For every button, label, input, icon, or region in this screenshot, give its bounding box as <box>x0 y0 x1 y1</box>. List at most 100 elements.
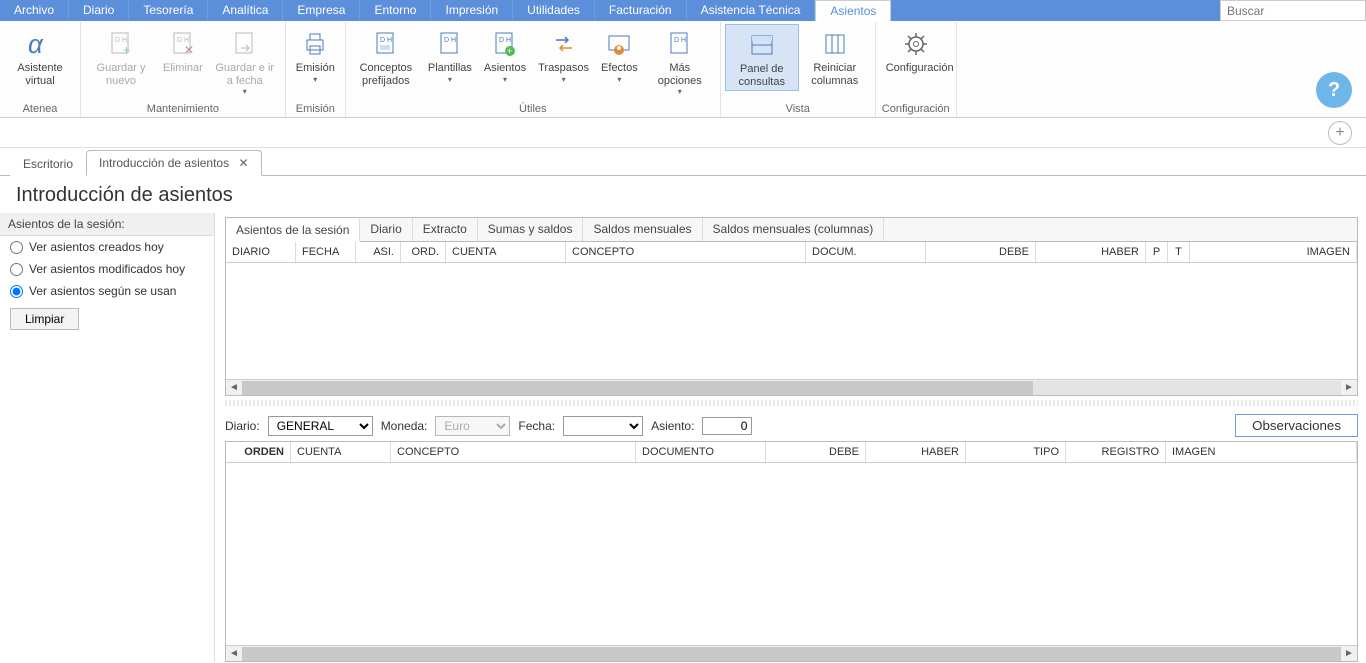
close-icon[interactable]: ✕ <box>238 156 248 170</box>
scroll-left-icon[interactable]: ◄ <box>226 648 242 659</box>
svg-text:D H: D H <box>444 37 456 44</box>
menu-empresa[interactable]: Empresa <box>283 0 360 21</box>
col-concepto[interactable]: CONCEPTO <box>566 242 806 262</box>
document-dh-icon: D H <box>370 28 402 60</box>
radio-modificados-hoy[interactable]: Ver asientos modificados hoy <box>0 258 214 280</box>
diario-select[interactable]: GENERAL <box>268 416 373 436</box>
add-row: + <box>0 118 1366 148</box>
traspasos-button[interactable]: Traspasos ▾ <box>532 24 595 86</box>
asiento-input[interactable] <box>702 417 752 435</box>
ribbon-title-configuracion: Configuración <box>880 101 952 117</box>
limpiar-button[interactable]: Limpiar <box>10 308 79 330</box>
col-imagen[interactable]: IMAGEN <box>1190 242 1357 262</box>
entry-grid-hscroll[interactable]: ◄ ► <box>226 645 1357 661</box>
col-docum[interactable]: DOCUM. <box>806 242 926 262</box>
col-t[interactable]: T <box>1168 242 1190 262</box>
document-x-icon: D H✕ <box>167 28 199 60</box>
add-button[interactable]: + <box>1328 121 1352 145</box>
itab-diario[interactable]: Diario <box>360 218 412 241</box>
col-p[interactable]: P <box>1146 242 1168 262</box>
horizontal-splitter[interactable] <box>225 400 1358 406</box>
col2-cuenta[interactable]: CUENTA <box>291 442 391 462</box>
plantillas-label: Plantillas <box>428 62 472 75</box>
emision-button[interactable]: Emisión ▾ <box>290 24 341 86</box>
menubar-spacer <box>891 0 1220 21</box>
radio-modificados-hoy-input[interactable] <box>10 263 23 276</box>
scroll-thumb[interactable] <box>242 381 1033 395</box>
asistente-virtual-button[interactable]: α Asistente virtual <box>4 24 76 89</box>
radio-segun-usan[interactable]: Ver asientos según se usan <box>0 280 214 302</box>
fecha-select[interactable] <box>563 416 643 436</box>
asientos-button[interactable]: D H+ Asientos ▾ <box>478 24 532 86</box>
entry-grid-body[interactable] <box>226 463 1357 645</box>
col-diario[interactable]: DIARIO <box>226 242 296 262</box>
moneda-label: Moneda: <box>381 419 428 433</box>
menu-archivo[interactable]: Archivo <box>0 0 69 21</box>
tab-introduccion-asientos[interactable]: Introducción de asientos ✕ <box>86 150 262 176</box>
col-fecha[interactable]: FECHA <box>296 242 356 262</box>
tab-escritorio-label: Escritorio <box>23 157 73 171</box>
col-ord[interactable]: ORD. <box>401 242 446 262</box>
radio-creados-hoy[interactable]: Ver asientos creados hoy <box>0 236 214 258</box>
conceptos-prefijados-button[interactable]: D H Conceptos prefijados <box>350 24 422 89</box>
menu-tesoreria[interactable]: Tesorería <box>129 0 208 21</box>
efectos-button[interactable]: Efectos ▾ <box>595 24 644 86</box>
col-asi[interactable]: ASI. <box>356 242 401 262</box>
plantillas-button[interactable]: D H Plantillas ▾ <box>422 24 478 86</box>
asistente-virtual-label: Asistente virtual <box>10 62 70 87</box>
session-grid-hscroll[interactable]: ◄ ► <box>226 379 1357 395</box>
search-box[interactable] <box>1220 0 1366 21</box>
mas-opciones-button[interactable]: D H Más opciones ▾ <box>644 24 716 98</box>
col2-orden[interactable]: ORDEN <box>226 442 291 462</box>
itab-saldos-mensuales-col[interactable]: Saldos mensuales (columnas) <box>703 218 885 241</box>
panel-icon <box>746 29 778 61</box>
menu-asistencia[interactable]: Asistencia Técnica <box>687 0 816 21</box>
panel-de-consultas-button[interactable]: Panel de consultas <box>725 24 799 91</box>
scroll-right-icon[interactable]: ► <box>1341 648 1357 659</box>
menu-asientos[interactable]: Asientos <box>815 0 891 21</box>
dropdown-icon: ▾ <box>448 75 452 84</box>
col-cuenta[interactable]: CUENTA <box>446 242 566 262</box>
menu-facturacion[interactable]: Facturación <box>595 0 687 21</box>
configuracion-button[interactable]: Configuración <box>880 24 952 77</box>
diario-label: Diario: <box>225 419 260 433</box>
svg-text:D H: D H <box>674 37 686 44</box>
menu-utilidades[interactable]: Utilidades <box>513 0 595 21</box>
observaciones-button[interactable]: Observaciones <box>1235 414 1358 437</box>
menu-impresion[interactable]: Impresión <box>431 0 513 21</box>
reiniciar-columnas-button[interactable]: Reiniciar columnas <box>799 24 871 89</box>
search-input[interactable] <box>1221 2 1365 20</box>
col-debe[interactable]: DEBE <box>926 242 1036 262</box>
radio-segun-usan-label: Ver asientos según se usan <box>29 284 176 298</box>
menu-entorno[interactable]: Entorno <box>360 0 431 21</box>
col2-concepto[interactable]: CONCEPTO <box>391 442 636 462</box>
svg-text:+: + <box>507 46 512 56</box>
tab-escritorio[interactable]: Escritorio <box>10 151 86 176</box>
conceptos-prefijados-label: Conceptos prefijados <box>356 62 416 87</box>
ribbon-group-vista: Panel de consultas Reiniciar columnas Vi… <box>721 22 876 117</box>
scroll-track[interactable] <box>242 381 1341 395</box>
col2-haber[interactable]: HABER <box>866 442 966 462</box>
scroll-track[interactable] <box>242 647 1341 661</box>
itab-extracto[interactable]: Extracto <box>413 218 478 241</box>
col2-debe[interactable]: DEBE <box>766 442 866 462</box>
radio-segun-usan-input[interactable] <box>10 285 23 298</box>
menu-diario[interactable]: Diario <box>69 0 129 21</box>
itab-asientos-sesion[interactable]: Asientos de la sesión <box>226 219 360 242</box>
menu-analitica[interactable]: Analítica <box>208 0 283 21</box>
itab-saldos-mensuales[interactable]: Saldos mensuales <box>583 218 702 241</box>
scroll-left-icon[interactable]: ◄ <box>226 382 242 393</box>
col2-tipo[interactable]: TIPO <box>966 442 1066 462</box>
help-icon[interactable]: ? <box>1316 72 1352 108</box>
scroll-right-icon[interactable]: ► <box>1341 382 1357 393</box>
radio-creados-hoy-input[interactable] <box>10 241 23 254</box>
col2-registro[interactable]: REGISTRO <box>1066 442 1166 462</box>
col2-documento[interactable]: DOCUMENTO <box>636 442 766 462</box>
scroll-thumb[interactable] <box>242 647 1341 661</box>
configuracion-label: Configuración <box>886 62 946 75</box>
document-plus-icon: D H+ <box>105 28 137 60</box>
col-haber[interactable]: HABER <box>1036 242 1146 262</box>
itab-sumas-saldos[interactable]: Sumas y saldos <box>478 218 584 241</box>
session-grid-body[interactable] <box>226 263 1357 379</box>
col2-imagen[interactable]: IMAGEN <box>1166 442 1357 462</box>
